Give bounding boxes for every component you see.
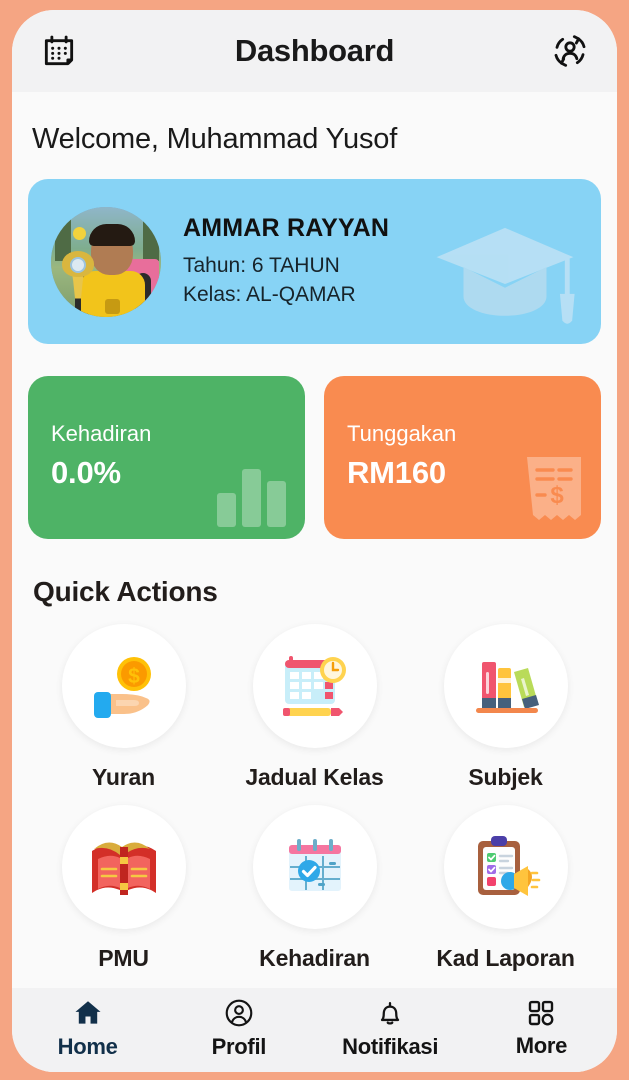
student-name: AMMAR RAYYAN bbox=[183, 213, 390, 242]
quick-action-label: Subjek bbox=[468, 764, 543, 790]
svg-text:$: $ bbox=[128, 665, 140, 688]
hand-holding-coin-icon: $ bbox=[93, 657, 151, 718]
quick-action-kehadiran[interactable]: Kehadiran bbox=[219, 805, 410, 972]
action-icon-wrapper: $ bbox=[61, 624, 186, 748]
grid-squares-icon bbox=[529, 1000, 554, 1025]
quick-action-jadual-kelas[interactable]: Jadual Kelas bbox=[219, 624, 410, 791]
calendar-icon[interactable] bbox=[36, 28, 82, 74]
quick-action-subjek[interactable]: Subjek bbox=[410, 624, 601, 791]
arrears-label: Tunggakan bbox=[347, 421, 457, 446]
nav-label: Home bbox=[57, 1033, 118, 1059]
phone-screen: Dashboard Welcome, Muhammad Yusof AMMAR … bbox=[12, 10, 617, 1072]
page-title: Dashboard bbox=[234, 33, 395, 68]
main-content: Welcome, Muhammad Yusof AMMAR RAYYAN Tah… bbox=[12, 92, 617, 988]
stats-row: Kehadiran 0.0% Tunggakan RM160 $ bbox=[28, 376, 601, 539]
user-circle-icon bbox=[225, 999, 253, 1026]
student-info: AMMAR RAYYAN Tahun: 6 TAHUN Kelas: AL-QA… bbox=[183, 214, 389, 310]
action-icon-wrapper bbox=[61, 805, 186, 929]
books-shelf-icon bbox=[475, 662, 539, 713]
nav-item-profil[interactable]: Profil bbox=[163, 997, 314, 1060]
quick-action-pmu[interactable]: PMU bbox=[28, 805, 219, 972]
bell-icon bbox=[380, 1001, 400, 1025]
student-class: Kelas: AL-QAMAR bbox=[183, 282, 356, 306]
nav-item-home[interactable]: Home bbox=[12, 997, 163, 1060]
quick-action-label: Kehadiran bbox=[259, 945, 370, 971]
student-summary-card[interactable]: AMMAR RAYYAN Tahun: 6 TAHUN Kelas: AL-QA… bbox=[28, 179, 601, 344]
nav-item-notifikasi[interactable]: Notifikasi bbox=[315, 997, 466, 1060]
quick-action-yuran[interactable]: $ Yuran bbox=[28, 624, 219, 791]
attendance-value: 0.0% bbox=[51, 455, 121, 490]
graduation-cap-icon bbox=[436, 227, 575, 324]
action-icon-wrapper bbox=[252, 805, 377, 929]
quick-actions-heading: Quick Actions bbox=[33, 576, 218, 607]
switch-user-icon[interactable] bbox=[547, 28, 593, 74]
calendar-check-icon bbox=[288, 839, 341, 891]
welcome-message: Welcome, Muhammad Yusof bbox=[32, 123, 398, 155]
quick-actions-grid: $ Yuran Jadual Kelas Subjek PMU Kehadira… bbox=[28, 624, 601, 972]
action-icon-wrapper bbox=[443, 624, 568, 748]
open-book-icon bbox=[91, 842, 156, 895]
home-icon bbox=[75, 1000, 101, 1024]
quick-action-label: PMU bbox=[98, 945, 149, 971]
attendance-label: Kehadiran bbox=[51, 421, 152, 446]
arrears-value: RM160 bbox=[347, 455, 446, 490]
quick-action-label: Kad Laporan bbox=[436, 945, 575, 971]
student-year: Tahun: 6 TAHUN bbox=[183, 253, 340, 277]
nav-label: Profil bbox=[211, 1033, 267, 1059]
app-header: Dashboard bbox=[12, 10, 617, 92]
quick-action-kad-laporan[interactable]: Kad Laporan bbox=[410, 805, 601, 972]
action-icon-wrapper bbox=[443, 805, 568, 929]
action-icon-wrapper bbox=[252, 624, 377, 748]
arrears-stat-card[interactable]: Tunggakan RM160 $ bbox=[324, 376, 601, 539]
nav-item-more[interactable]: More bbox=[466, 998, 617, 1059]
calendar-clock-pencil-icon bbox=[282, 656, 346, 716]
clipboard-megaphone-icon bbox=[477, 836, 540, 896]
avatar bbox=[51, 206, 161, 317]
nav-label: More bbox=[515, 1032, 568, 1058]
quick-action-label: Jadual Kelas bbox=[245, 764, 384, 790]
attendance-stat-card[interactable]: Kehadiran 0.0% bbox=[28, 376, 305, 539]
quick-action-label: Yuran bbox=[92, 764, 155, 790]
nav-label: Notifikasi bbox=[342, 1033, 439, 1059]
bottom-navigation: Home Profil Notifikasi More bbox=[12, 988, 617, 1072]
